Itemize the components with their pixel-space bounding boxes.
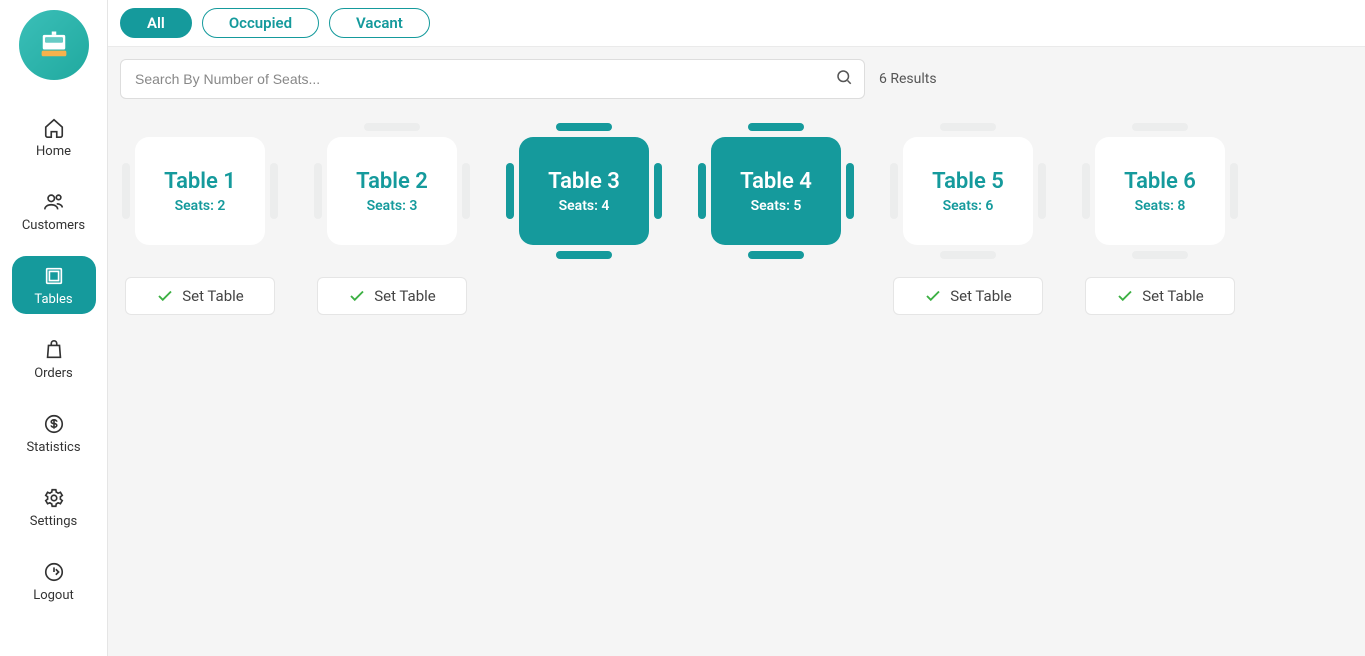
logout-icon	[42, 560, 66, 584]
table-column: Table 5 Seats: 6 Set Table	[888, 121, 1048, 315]
seat-indicator	[556, 251, 612, 259]
table-wrap: Table 1 Seats: 2	[120, 121, 280, 261]
seat-indicator	[1132, 123, 1188, 131]
table-card[interactable]: Table 5 Seats: 6	[903, 137, 1033, 245]
nav-label: Home	[36, 144, 71, 159]
nav-home[interactable]: Home	[12, 108, 96, 166]
main-area: All Occupied Vacant 6 Results Table 1 Sea…	[108, 0, 1365, 656]
table-column: Table 2 Seats: 3 Set Table	[312, 121, 472, 315]
nav-label: Customers	[22, 218, 85, 233]
table-wrap: Table 5 Seats: 6	[888, 121, 1048, 261]
nav-customers[interactable]: Customers	[12, 182, 96, 240]
set-table-button[interactable]: Set Table	[125, 277, 275, 315]
nav-label: Orders	[34, 366, 73, 381]
table-card[interactable]: Table 6 Seats: 8	[1095, 137, 1225, 245]
nav-settings[interactable]: Settings	[12, 478, 96, 536]
register-icon	[36, 27, 72, 63]
table-seats: Seats: 8	[1135, 198, 1186, 214]
nav-orders[interactable]: Orders	[12, 330, 96, 388]
nav-tables[interactable]: Tables	[12, 256, 96, 314]
table-wrap: Table 2 Seats: 3	[312, 121, 472, 261]
table-wrap: Table 6 Seats: 8	[1080, 121, 1240, 261]
bag-icon	[42, 338, 66, 362]
results-count: 6 Results	[879, 71, 937, 87]
table-seats: Seats: 2	[175, 198, 226, 214]
search-row: 6 Results	[108, 47, 1365, 111]
set-table-button[interactable]: Set Table	[893, 277, 1043, 315]
table-name: Table 4	[740, 169, 812, 194]
dollar-icon	[42, 412, 66, 436]
seat-indicator	[314, 163, 322, 219]
table-card[interactable]: Table 3 Seats: 4	[519, 137, 649, 245]
table-card[interactable]: Table 4 Seats: 5	[711, 137, 841, 245]
table-seats: Seats: 4	[559, 198, 610, 214]
seat-indicator	[462, 163, 470, 219]
seat-indicator	[1230, 163, 1238, 219]
nav-label: Settings	[30, 514, 77, 529]
table-column: Table 3 Seats: 4	[504, 121, 664, 315]
seat-indicator	[1132, 251, 1188, 259]
seat-indicator	[122, 163, 130, 219]
table-name: Table 2	[356, 169, 428, 194]
search-input[interactable]	[120, 59, 865, 99]
seat-indicator	[748, 123, 804, 131]
table-name: Table 5	[932, 169, 1004, 194]
nav-label: Logout	[33, 588, 74, 603]
seat-indicator	[940, 251, 996, 259]
seat-indicator	[654, 163, 662, 219]
seat-indicator	[1038, 163, 1046, 219]
set-table-label: Set Table	[182, 287, 244, 305]
table-card[interactable]: Table 1 Seats: 2	[135, 137, 265, 245]
table-column: Table 4 Seats: 5	[696, 121, 856, 315]
table-card[interactable]: Table 2 Seats: 3	[327, 137, 457, 245]
search-icon[interactable]	[835, 68, 853, 90]
nav-label: Tables	[34, 292, 72, 307]
nav-statistics[interactable]: Statistics	[12, 404, 96, 462]
gear-icon	[42, 486, 66, 510]
table-column: Table 6 Seats: 8 Set Table	[1080, 121, 1240, 315]
seat-indicator	[940, 123, 996, 131]
sidebar: Home Customers Tables Orders Statistics …	[0, 0, 108, 656]
filter-vacant[interactable]: Vacant	[329, 8, 430, 38]
nav-label: Statistics	[26, 440, 80, 455]
tables-icon	[42, 264, 66, 288]
table-name: Table 1	[164, 169, 236, 194]
seat-indicator	[364, 123, 420, 131]
check-icon	[1116, 287, 1134, 305]
app-logo	[19, 10, 89, 80]
table-seats: Seats: 6	[943, 198, 994, 214]
seat-indicator	[556, 123, 612, 131]
check-icon	[924, 287, 942, 305]
filter-all[interactable]: All	[120, 8, 192, 38]
set-table-button[interactable]: Set Table	[1085, 277, 1235, 315]
filter-bar: All Occupied Vacant	[108, 0, 1365, 47]
table-name: Table 3	[548, 169, 620, 194]
users-icon	[42, 190, 66, 214]
seat-indicator	[846, 163, 854, 219]
seat-indicator	[698, 163, 706, 219]
table-name: Table 6	[1124, 169, 1196, 194]
tables-grid: Table 1 Seats: 2 Set Table Table 2 Seats: 3 S…	[108, 111, 1365, 656]
filter-occupied[interactable]: Occupied	[202, 8, 319, 38]
seat-indicator	[506, 163, 514, 219]
seat-indicator	[890, 163, 898, 219]
check-icon	[156, 287, 174, 305]
search-box	[120, 59, 865, 99]
table-wrap: Table 3 Seats: 4	[504, 121, 664, 261]
check-icon	[348, 287, 366, 305]
table-seats: Seats: 3	[367, 198, 418, 214]
set-table-button[interactable]: Set Table	[317, 277, 467, 315]
table-seats: Seats: 5	[751, 198, 802, 214]
seat-indicator	[1082, 163, 1090, 219]
set-table-label: Set Table	[1142, 287, 1204, 305]
seat-indicator	[748, 251, 804, 259]
set-table-label: Set Table	[374, 287, 436, 305]
table-wrap: Table 4 Seats: 5	[696, 121, 856, 261]
nav-logout[interactable]: Logout	[12, 552, 96, 610]
home-icon	[42, 116, 66, 140]
table-column: Table 1 Seats: 2 Set Table	[120, 121, 280, 315]
set-table-label: Set Table	[950, 287, 1012, 305]
seat-indicator	[270, 163, 278, 219]
